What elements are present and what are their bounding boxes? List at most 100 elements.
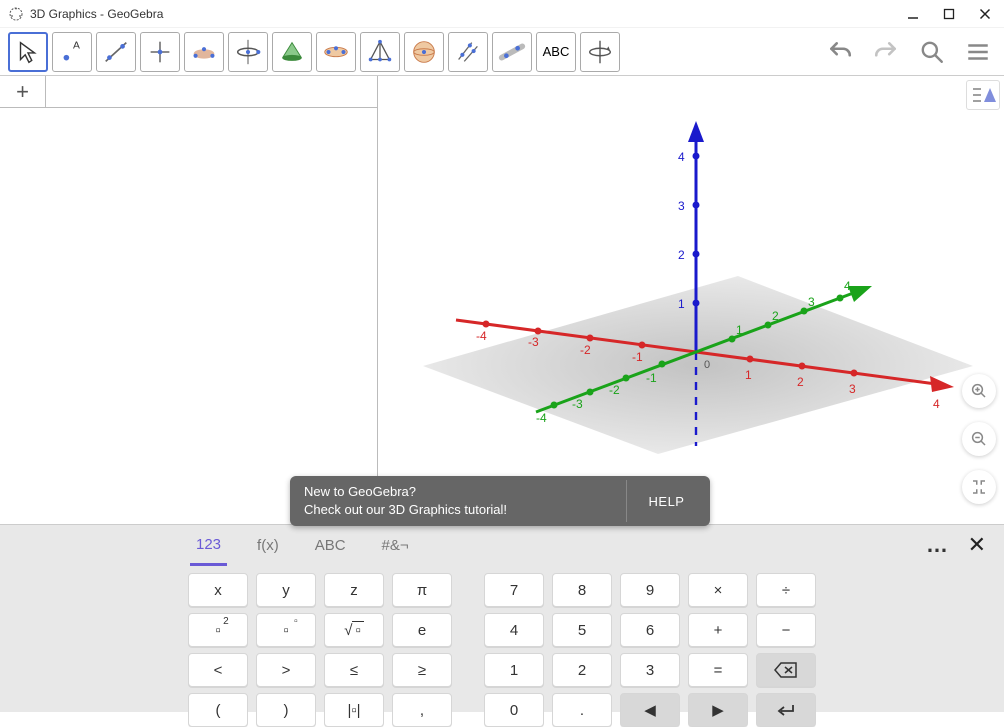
svg-text:3: 3 <box>678 199 685 213</box>
virtual-keyboard: 123 f(x) ABC #&¬ … ✕ xyzπ789×÷ ▫2▫▫√▫e456… <box>0 524 1004 712</box>
key-7[interactable]: 7 <box>484 573 544 607</box>
svg-text:2: 2 <box>772 309 779 323</box>
add-input-button[interactable]: + <box>0 76 46 107</box>
svg-text:4: 4 <box>844 279 851 293</box>
key-⌫[interactable] <box>756 653 816 687</box>
3d-scene[interactable]: 1 2 3 4 -4 -3 -2 -1 1 2 3 4 -4 <box>378 76 1004 524</box>
key-▶[interactable]: ▶ <box>688 693 748 727</box>
hint-help-button[interactable]: HELP <box>626 480 706 522</box>
hint-line1: New to GeoGebra? <box>304 483 626 501</box>
tool-point[interactable]: A <box>52 32 92 72</box>
key-8[interactable]: 8 <box>552 573 612 607</box>
tool-pyramid[interactable] <box>360 32 400 72</box>
hint-text: New to GeoGebra? Check out our 3D Graphi… <box>304 483 626 518</box>
key-=[interactable]: = <box>688 653 748 687</box>
key-e[interactable]: e <box>392 613 452 647</box>
key-1[interactable]: 1 <box>484 653 544 687</box>
key-.[interactable]: . <box>552 693 612 727</box>
tool-line[interactable] <box>96 32 136 72</box>
svg-text:4: 4 <box>678 150 685 164</box>
svg-text:3: 3 <box>808 295 815 309</box>
key-π[interactable]: π <box>392 573 452 607</box>
key-5[interactable]: 5 <box>552 613 612 647</box>
close-button[interactable] <box>978 7 992 21</box>
key-−[interactable]: − <box>756 613 816 647</box>
key->[interactable]: > <box>256 653 316 687</box>
key-↵[interactable] <box>756 693 816 727</box>
redo-button[interactable] <box>868 34 904 70</box>
svg-text:-2: -2 <box>580 343 591 357</box>
svg-text:1: 1 <box>678 297 685 311</box>
graphics-3d-pane[interactable]: 1 2 3 4 -4 -3 -2 -1 1 2 3 4 -4 <box>378 76 1004 524</box>
svg-text:4: 4 <box>933 397 940 411</box>
key-◀[interactable]: ◀ <box>620 693 680 727</box>
svg-text:-4: -4 <box>476 329 487 343</box>
tool-polygon[interactable] <box>184 32 224 72</box>
key-)[interactable]: ) <box>256 693 316 727</box>
key-([interactable]: ( <box>188 693 248 727</box>
minimize-button[interactable] <box>906 7 920 21</box>
key-9[interactable]: 9 <box>620 573 680 607</box>
key-2[interactable]: 2 <box>552 653 612 687</box>
svg-text:-1: -1 <box>646 371 657 385</box>
zoom-in-button[interactable] <box>962 374 996 408</box>
search-button[interactable] <box>914 34 950 70</box>
tool-sphere[interactable] <box>404 32 444 72</box>
key-÷[interactable]: ÷ <box>756 573 816 607</box>
kbd-tab-123[interactable]: 123 <box>190 526 227 566</box>
key-3[interactable]: 3 <box>620 653 680 687</box>
svg-text:0: 0 <box>704 359 710 371</box>
key-,[interactable]: , <box>392 693 452 727</box>
menu-button[interactable] <box>960 34 996 70</box>
tool-cone[interactable] <box>272 32 312 72</box>
svg-text:-1: -1 <box>632 350 643 364</box>
main-toolbar: A ABC <box>0 28 1004 76</box>
tool-rotate-view[interactable] <box>580 32 620 72</box>
undo-button[interactable] <box>822 34 858 70</box>
tool-circle[interactable] <box>228 32 268 72</box>
tool-move[interactable] <box>8 32 48 72</box>
key-|▫|[interactable]: |▫| <box>324 693 384 727</box>
hint-line2: Check out our 3D Graphics tutorial! <box>304 501 626 519</box>
key-▫²[interactable]: ▫2 <box>188 613 248 647</box>
key-4[interactable]: 4 <box>484 613 544 647</box>
key-×[interactable]: × <box>688 573 748 607</box>
maximize-button[interactable] <box>942 7 956 21</box>
tool-net[interactable] <box>492 32 532 72</box>
keyboard-close-button[interactable]: ✕ <box>968 532 986 558</box>
key-<[interactable]: < <box>188 653 248 687</box>
key-y[interactable]: y <box>256 573 316 607</box>
tool-text[interactable]: ABC <box>536 32 576 72</box>
key-▫ⁿ[interactable]: ▫▫ <box>256 613 316 647</box>
kbd-tab-sym[interactable]: #&¬ <box>376 525 415 565</box>
zoom-out-button[interactable] <box>962 422 996 456</box>
keyboard-rows: xyzπ789×÷ ▫2▫▫√▫e456+− <>≤≥123= ()|▫|, 0.◀▶ <box>0 565 1004 727</box>
home-view-button[interactable] <box>962 470 996 504</box>
view-controls <box>962 374 996 504</box>
svg-text:2: 2 <box>678 248 685 262</box>
kbd-tab-abc[interactable]: ABC <box>309 525 352 565</box>
svg-text:2: 2 <box>797 375 804 389</box>
tool-perpendicular[interactable] <box>140 32 180 72</box>
tool-buttons: A ABC <box>8 32 620 72</box>
content-area: + 1 2 3 <box>0 76 1004 524</box>
keyboard-tabs: 123 f(x) ABC #&¬ … ✕ <box>0 525 1004 565</box>
key-√▫[interactable]: √▫ <box>324 613 384 647</box>
key-x[interactable]: x <box>188 573 248 607</box>
key-z[interactable]: z <box>324 573 384 607</box>
tutorial-hint: New to GeoGebra? Check out our 3D Graphi… <box>290 476 710 526</box>
key-≤[interactable]: ≤ <box>324 653 384 687</box>
svg-text:3: 3 <box>849 382 856 396</box>
key-+[interactable]: + <box>688 613 748 647</box>
keyboard-more-button[interactable]: … <box>926 532 950 558</box>
algebra-tabs: + <box>0 76 377 108</box>
tool-ellipse[interactable] <box>316 32 356 72</box>
key-≥[interactable]: ≥ <box>392 653 452 687</box>
algebra-pane: + <box>0 76 378 524</box>
key-6[interactable]: 6 <box>620 613 680 647</box>
key-0[interactable]: 0 <box>484 693 544 727</box>
kbd-tab-fx[interactable]: f(x) <box>251 525 285 565</box>
tool-plane-3pt[interactable] <box>448 32 488 72</box>
svg-text:A: A <box>73 40 80 51</box>
titlebar: 3D Graphics - GeoGebra <box>0 0 1004 28</box>
